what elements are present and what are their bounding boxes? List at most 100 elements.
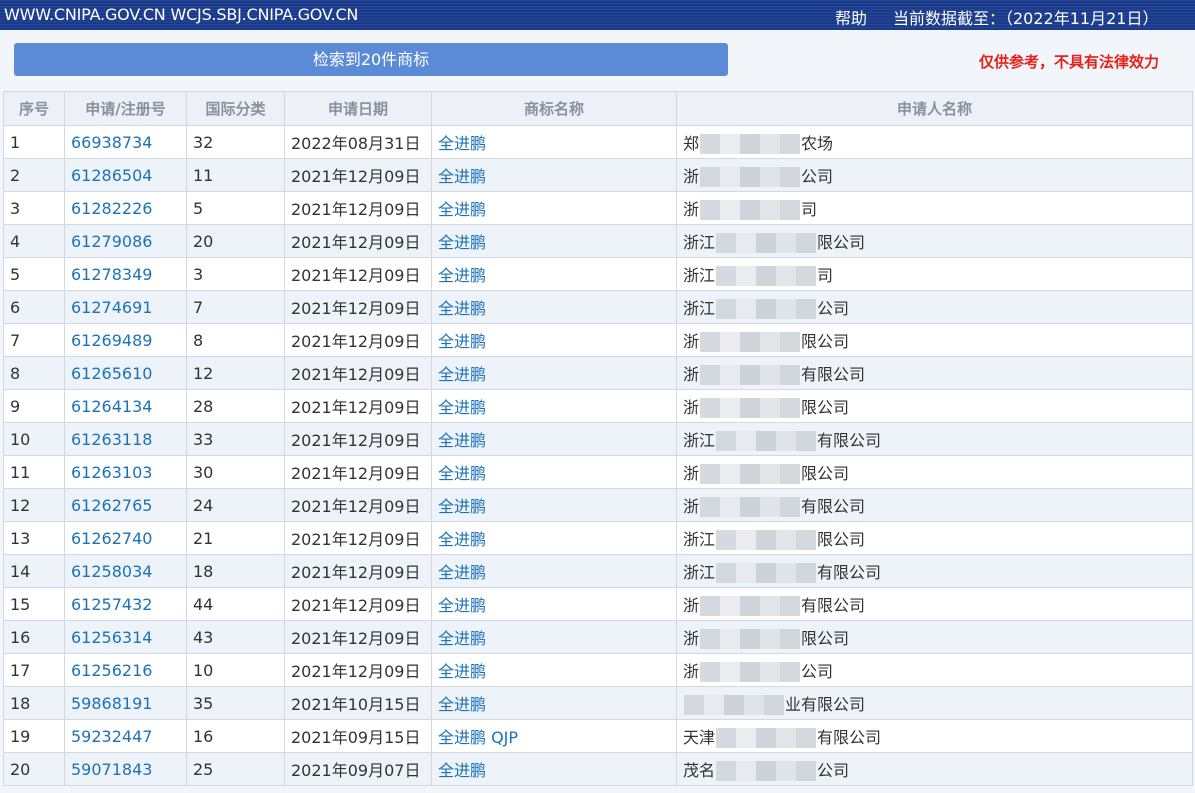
redaction-blur bbox=[684, 695, 784, 716]
mark-name-link[interactable]: 全进鹏 bbox=[438, 200, 486, 219]
row-class: 11 bbox=[186, 158, 285, 192]
mark-name-link[interactable]: 全进鹏 bbox=[438, 167, 486, 186]
row-class: 28 bbox=[186, 389, 285, 423]
row-index: 17 bbox=[3, 653, 65, 687]
row-index: 10 bbox=[3, 422, 65, 456]
reg-no-link[interactable]: 59868191 bbox=[71, 694, 152, 713]
help-link[interactable]: 帮助 bbox=[835, 5, 867, 29]
reg-no-link[interactable]: 61256216 bbox=[71, 661, 152, 680]
mark-name-link[interactable]: 全进鹏 bbox=[438, 398, 486, 417]
table-row: 9 61264134 28 2021年12月09日 全进鹏 浙 限公司 bbox=[3, 389, 1193, 423]
row-index: 9 bbox=[3, 389, 65, 423]
row-applicant: 业有限公司 bbox=[676, 686, 1193, 720]
row-date: 2021年12月09日 bbox=[284, 554, 432, 588]
applicant-suffix: 公司 bbox=[801, 166, 834, 186]
row-index: 2 bbox=[3, 158, 65, 192]
row-reg-no: 61263118 bbox=[64, 422, 187, 456]
row-mark-name: 全进鹏 bbox=[431, 653, 677, 687]
reg-no-link[interactable]: 61269489 bbox=[71, 331, 152, 350]
reg-no-link[interactable]: 61264134 bbox=[71, 397, 152, 416]
reg-no-link[interactable]: 61257432 bbox=[71, 595, 152, 614]
row-class: 32 bbox=[186, 125, 285, 159]
row-index: 1 bbox=[3, 125, 65, 159]
row-applicant: 浙 有限公司 bbox=[676, 488, 1193, 522]
row-class: 24 bbox=[186, 488, 285, 522]
reg-no-link[interactable]: 59232447 bbox=[71, 727, 152, 746]
reg-no-link[interactable]: 61262740 bbox=[71, 529, 152, 548]
row-mark-name: 全进鹏 bbox=[431, 257, 677, 291]
row-applicant: 茂名 公司 bbox=[676, 752, 1193, 786]
row-applicant: 浙江 有限公司 bbox=[676, 422, 1193, 456]
mark-name-link[interactable]: 全进鹏 bbox=[438, 761, 486, 780]
row-index: 12 bbox=[3, 488, 65, 522]
redaction-blur bbox=[716, 761, 817, 782]
mark-name-link[interactable]: 全进鹏 bbox=[438, 299, 486, 318]
row-reg-no: 61257432 bbox=[64, 587, 187, 621]
reg-no-link[interactable]: 66938734 bbox=[71, 133, 152, 152]
mark-name-link[interactable]: 全进鹏 bbox=[438, 662, 486, 681]
table-row: 18 59868191 35 2021年10月15日 全进鹏 业有限公司 bbox=[3, 686, 1193, 720]
reg-no-link[interactable]: 61265610 bbox=[71, 364, 152, 383]
row-class: 3 bbox=[186, 257, 285, 291]
row-applicant: 浙江 有限公司 bbox=[676, 554, 1193, 588]
reg-no-link[interactable]: 61274691 bbox=[71, 298, 152, 317]
reg-no-link[interactable]: 61286504 bbox=[71, 166, 152, 185]
row-class: 33 bbox=[186, 422, 285, 456]
reg-no-link[interactable]: 61263103 bbox=[71, 463, 152, 482]
applicant-suffix: 公司 bbox=[817, 298, 850, 318]
mark-name-link[interactable]: 全进鹏 bbox=[438, 134, 486, 153]
reg-no-link[interactable]: 61262765 bbox=[71, 496, 152, 515]
reg-no-link[interactable]: 61258034 bbox=[71, 562, 152, 581]
top-header-bar: WWW.CNIPA.GOV.CN WCJS.SBJ.CNIPA.GOV.CN 帮… bbox=[0, 0, 1195, 30]
mark-name-link[interactable]: 全进鹏 bbox=[438, 629, 486, 648]
applicant-prefix: 浙 bbox=[683, 397, 700, 417]
mark-name-link[interactable]: 全进鹏 bbox=[438, 464, 486, 483]
row-reg-no: 61269489 bbox=[64, 323, 187, 357]
mark-name-link[interactable]: 全进鹏 bbox=[438, 332, 486, 351]
mark-name-link[interactable]: 全进鹏 QJP bbox=[438, 728, 518, 747]
mark-name-link[interactable]: 全进鹏 bbox=[438, 266, 486, 285]
row-class: 30 bbox=[186, 455, 285, 489]
mark-name-link[interactable]: 全进鹏 bbox=[438, 365, 486, 384]
result-count-button[interactable]: 检索到20件商标 bbox=[14, 43, 728, 76]
row-applicant: 浙司 bbox=[676, 191, 1193, 225]
row-applicant: 浙 限公司 bbox=[676, 620, 1193, 654]
row-applicant: 浙 公司 bbox=[676, 653, 1193, 687]
reg-no-link[interactable]: 61282226 bbox=[71, 199, 152, 218]
applicant-suffix: 有限公司 bbox=[817, 727, 882, 747]
row-reg-no: 59232447 bbox=[64, 719, 187, 753]
redaction-blur bbox=[700, 662, 801, 683]
mark-name-link[interactable]: 全进鹏 bbox=[438, 596, 486, 615]
row-mark-name: 全进鹏 bbox=[431, 191, 677, 225]
row-reg-no: 61279086 bbox=[64, 224, 187, 258]
reg-no-link[interactable]: 61279086 bbox=[71, 232, 152, 251]
applicant-prefix: 浙 bbox=[683, 661, 700, 681]
row-applicant: 浙 限公司 bbox=[676, 389, 1193, 423]
row-reg-no: 59868191 bbox=[64, 686, 187, 720]
row-mark-name: 全进鹏 bbox=[431, 587, 677, 621]
applicant-prefix: 浙江 bbox=[683, 265, 716, 285]
mark-name-link[interactable]: 全进鹏 bbox=[438, 695, 486, 714]
table-row: 2 61286504 11 2021年12月09日 全进鹏 浙 公司 bbox=[3, 158, 1193, 192]
row-date: 2021年12月09日 bbox=[284, 389, 432, 423]
reg-no-link[interactable]: 61263118 bbox=[71, 430, 152, 449]
reg-no-link[interactable]: 61256314 bbox=[71, 628, 152, 647]
redaction-blur bbox=[700, 464, 801, 485]
row-date: 2021年12月09日 bbox=[284, 455, 432, 489]
row-mark-name: 全进鹏 bbox=[431, 389, 677, 423]
mark-name-link[interactable]: 全进鹏 bbox=[438, 431, 486, 450]
applicant-suffix: 有限公司 bbox=[817, 430, 882, 450]
row-index: 15 bbox=[3, 587, 65, 621]
mark-name-link[interactable]: 全进鹏 bbox=[438, 563, 486, 582]
mark-name-link[interactable]: 全进鹏 bbox=[438, 530, 486, 549]
disclaimer-text: 仅供参考，不具有法律效力 bbox=[979, 53, 1160, 71]
table-row: 5 61278349 3 2021年12月09日 全进鹏 浙江 司 bbox=[3, 257, 1193, 291]
trademark-results-table: 序号 申请/注册号 国际分类 申请日期 商标名称 申请人名称 1 66938734… bbox=[3, 91, 1193, 786]
redaction-blur bbox=[716, 266, 817, 287]
reg-no-link[interactable]: 61278349 bbox=[71, 265, 152, 284]
applicant-prefix: 浙 bbox=[683, 331, 700, 351]
mark-name-link[interactable]: 全进鹏 bbox=[438, 233, 486, 252]
mark-name-link[interactable]: 全进鹏 bbox=[438, 497, 486, 516]
reg-no-link[interactable]: 59071843 bbox=[71, 760, 152, 779]
row-applicant: 浙 公司 bbox=[676, 158, 1193, 192]
